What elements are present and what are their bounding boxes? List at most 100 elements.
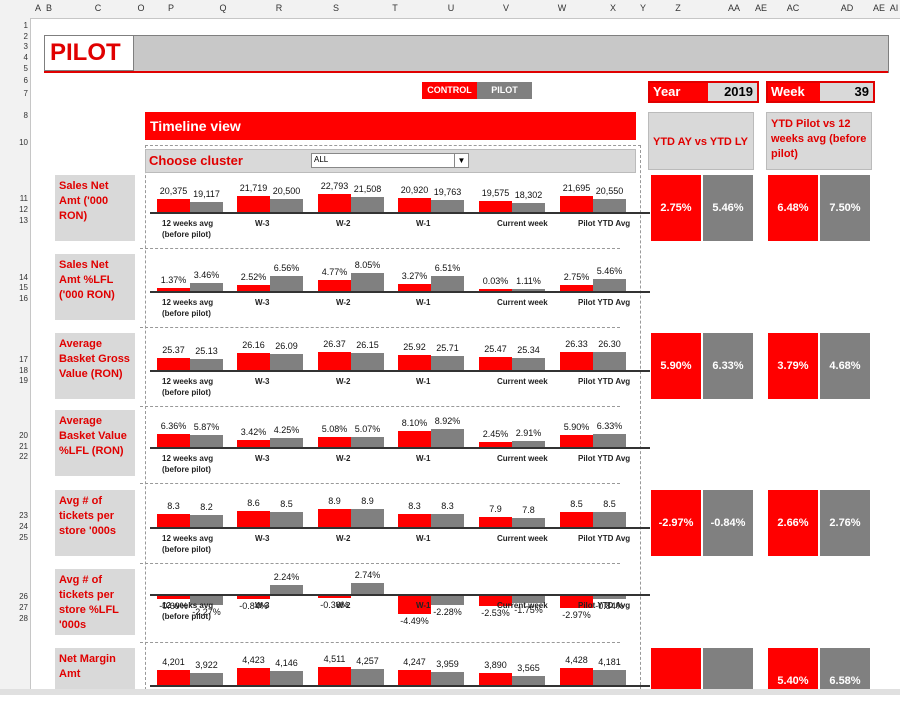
row-header[interactable]: 24 bbox=[0, 522, 28, 531]
chart-bar bbox=[190, 359, 223, 370]
pilot-toggle-button[interactable]: PILOT bbox=[477, 82, 532, 99]
row-header[interactable]: 6 bbox=[0, 76, 28, 85]
row-header[interactable]: 1 bbox=[0, 21, 28, 30]
chart-bar bbox=[270, 512, 303, 527]
row-header[interactable]: 19 bbox=[0, 376, 28, 385]
data-label: 26.37 bbox=[323, 339, 346, 349]
column-header[interactable]: V bbox=[499, 3, 513, 13]
row-header[interactable]: 28 bbox=[0, 614, 28, 623]
metric-label: Sales Net Amt ('000 RON) bbox=[55, 175, 135, 241]
category-label: W-2 bbox=[336, 219, 351, 228]
data-label: 21,695 bbox=[562, 183, 591, 194]
data-label: 1.37% bbox=[160, 274, 187, 285]
row-header[interactable]: 13 bbox=[0, 216, 28, 225]
data-label: 1.11% bbox=[516, 275, 541, 286]
ytd-pilot-header: YTD Pilot vs 12 weeks avg (before pilot) bbox=[766, 112, 872, 170]
row-header[interactable]: 18 bbox=[0, 366, 28, 375]
column-header[interactable]: Y bbox=[636, 3, 650, 13]
chart-bar bbox=[157, 357, 190, 370]
column-header[interactable]: AC bbox=[786, 3, 800, 13]
row-header[interactable]: 25 bbox=[0, 533, 28, 542]
data-label: 6.36% bbox=[160, 421, 187, 432]
data-label: 2.45% bbox=[482, 429, 509, 440]
column-header[interactable]: S bbox=[329, 3, 343, 13]
row-header[interactable]: 22 bbox=[0, 452, 28, 461]
chart-bar bbox=[351, 273, 384, 291]
row-header[interactable]: 23 bbox=[0, 511, 28, 520]
chart-bar bbox=[237, 353, 270, 370]
category-label: W-2 bbox=[336, 601, 351, 610]
column-header[interactable]: U bbox=[444, 3, 458, 13]
chart-bar bbox=[318, 667, 351, 685]
kpi-cell: 2.75% bbox=[651, 175, 701, 241]
row-header[interactable]: 15 bbox=[0, 283, 28, 292]
metric-label: Net Margin Amt bbox=[55, 648, 135, 695]
data-label: 26.15 bbox=[356, 340, 379, 351]
row-header[interactable]: 27 bbox=[0, 603, 28, 612]
column-header[interactable]: Z bbox=[671, 3, 685, 13]
chart-axis bbox=[150, 685, 650, 687]
data-label: 8.05% bbox=[354, 260, 381, 270]
control-toggle-button[interactable]: CONTROL bbox=[422, 82, 477, 99]
row-header[interactable]: 17 bbox=[0, 355, 28, 364]
column-header[interactable]: X bbox=[606, 3, 620, 13]
column-header[interactable]: AA bbox=[727, 3, 741, 13]
row-header[interactable]: 5 bbox=[0, 64, 28, 73]
row-header[interactable]: 11 bbox=[0, 194, 28, 203]
data-label: 4,423 bbox=[242, 654, 265, 665]
week-selector[interactable]: Week 39 bbox=[766, 81, 875, 103]
row-header[interactable]: 20 bbox=[0, 431, 28, 440]
column-header[interactable]: AE bbox=[872, 3, 886, 13]
column-header[interactable]: Q bbox=[216, 3, 230, 13]
data-label: 4,181 bbox=[598, 657, 621, 668]
data-label: 6.33% bbox=[596, 421, 623, 432]
chart-bar bbox=[157, 198, 190, 212]
row-header[interactable]: 26 bbox=[0, 592, 28, 601]
section-separator bbox=[140, 563, 620, 564]
data-label: 21,719 bbox=[239, 183, 268, 194]
cluster-dropdown[interactable]: ALL ▼ bbox=[311, 153, 469, 168]
week-value: 39 bbox=[820, 83, 873, 101]
row-header[interactable]: 2 bbox=[0, 32, 28, 41]
column-header[interactable]: AD bbox=[840, 3, 854, 13]
category-label: W-1 bbox=[416, 377, 431, 386]
row-header[interactable]: 21 bbox=[0, 442, 28, 451]
data-label: 20,375 bbox=[159, 185, 188, 196]
category-label: Current week bbox=[497, 601, 548, 610]
data-label: 4,146 bbox=[275, 657, 298, 668]
chart-bar bbox=[512, 441, 545, 447]
chart-bar bbox=[157, 596, 190, 599]
column-header[interactable]: W bbox=[555, 3, 569, 13]
year-label: Year bbox=[650, 83, 708, 101]
title-cell[interactable]: PILOT bbox=[44, 35, 134, 71]
column-header[interactable]: R bbox=[272, 3, 286, 13]
column-header[interactable]: O bbox=[134, 3, 148, 13]
column-header[interactable]: P bbox=[164, 3, 178, 13]
row-header[interactable]: 7 bbox=[0, 89, 28, 98]
chart-bar bbox=[512, 357, 545, 370]
column-header[interactable]: B bbox=[42, 3, 56, 13]
row-header[interactable]: 16 bbox=[0, 294, 28, 303]
sheet-tab-bar[interactable] bbox=[0, 689, 900, 695]
chart-bar bbox=[560, 667, 593, 685]
column-header[interactable]: C bbox=[91, 3, 105, 13]
column-header[interactable]: AI bbox=[887, 3, 900, 13]
row-header[interactable]: 10 bbox=[0, 138, 28, 147]
year-selector[interactable]: Year 2019 bbox=[648, 81, 759, 103]
row-header[interactable]: 4 bbox=[0, 53, 28, 62]
chart-bar bbox=[560, 435, 593, 447]
chart-bar bbox=[270, 670, 303, 685]
category-label: W-1 bbox=[416, 298, 431, 307]
chevron-down-icon[interactable]: ▼ bbox=[454, 154, 468, 167]
row-header[interactable]: 14 bbox=[0, 273, 28, 282]
category-label: W-2 bbox=[336, 298, 351, 307]
row-header[interactable]: 3 bbox=[0, 42, 28, 51]
column-header[interactable]: T bbox=[388, 3, 402, 13]
category-label: 12 weeks avg (before pilot) bbox=[162, 454, 214, 474]
row-header[interactable]: 8 bbox=[0, 111, 28, 120]
kpi-cell bbox=[703, 648, 753, 695]
column-header[interactable]: AE bbox=[754, 3, 768, 13]
category-label: Current week bbox=[497, 534, 548, 543]
row-header[interactable]: 12 bbox=[0, 205, 28, 214]
kpi-cell: 6.33% bbox=[703, 333, 753, 399]
